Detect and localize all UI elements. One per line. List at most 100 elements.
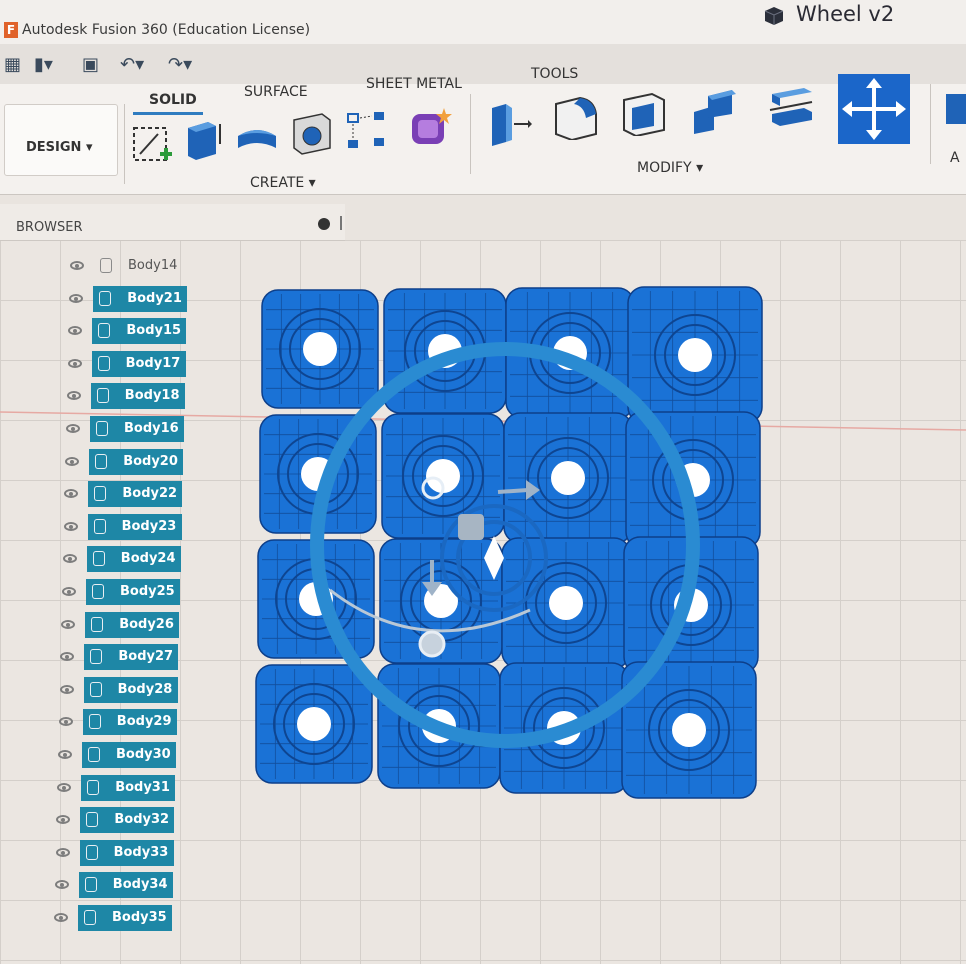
body-label[interactable]: Body35 bbox=[78, 905, 172, 931]
visibility-eye-icon[interactable] bbox=[62, 587, 76, 596]
tab-solid[interactable]: SOLID bbox=[149, 92, 197, 108]
body-label[interactable]: Body18 bbox=[90, 383, 185, 410]
assemble-icon[interactable] bbox=[944, 84, 966, 130]
rotate-handle[interactable] bbox=[418, 630, 446, 658]
browser-item-body[interactable]: Body33 bbox=[55, 839, 186, 868]
browser-item-body[interactable]: Body15 bbox=[68, 318, 198, 346]
visibility-eye-icon[interactable] bbox=[58, 750, 72, 759]
fillet-icon[interactable] bbox=[552, 94, 598, 140]
pattern-icon[interactable] bbox=[344, 108, 390, 154]
assemble-menu[interactable]: A bbox=[950, 150, 960, 166]
body-label[interactable]: Body25 bbox=[86, 579, 180, 605]
extrude-icon[interactable] bbox=[182, 116, 228, 162]
browser-item-body[interactable]: Body24 bbox=[62, 546, 193, 574]
press-pull-icon[interactable] bbox=[486, 100, 532, 146]
body-label[interactable]: Body16 bbox=[90, 416, 184, 442]
body-label[interactable]: Body30 bbox=[82, 742, 176, 768]
body-label[interactable]: Body26 bbox=[85, 611, 180, 638]
visibility-eye-icon[interactable] bbox=[54, 880, 69, 890]
visibility-eye-icon[interactable] bbox=[54, 913, 68, 922]
visibility-eye-icon[interactable] bbox=[55, 847, 70, 857]
body-label[interactable]: Body32 bbox=[80, 807, 175, 834]
tab-sheet-metal[interactable]: SHEET METAL bbox=[366, 76, 462, 92]
body-label[interactable]: Body33 bbox=[79, 839, 174, 866]
body-label[interactable]: Body15 bbox=[92, 318, 187, 345]
browser-item-body[interactable]: Body17 bbox=[67, 350, 198, 379]
visibility-eye-icon[interactable] bbox=[64, 489, 79, 499]
visibility-eye-icon[interactable] bbox=[63, 521, 78, 531]
body-label[interactable]: Body22 bbox=[88, 481, 183, 508]
body-label[interactable]: Body17 bbox=[91, 350, 186, 377]
collapse-icon[interactable] bbox=[318, 218, 330, 230]
browser-item-body[interactable]: Body29 bbox=[58, 709, 189, 737]
visibility-eye-icon[interactable] bbox=[62, 554, 77, 564]
browser-item-body[interactable]: Body26 bbox=[61, 611, 191, 640]
browser-item-body[interactable]: Body21 bbox=[69, 285, 199, 314]
body-tile[interactable] bbox=[381, 413, 505, 539]
create-sketch-icon[interactable] bbox=[130, 122, 176, 168]
shell-icon[interactable] bbox=[620, 90, 666, 136]
move-copy-icon[interactable] bbox=[838, 74, 910, 144]
create-form-icon[interactable] bbox=[406, 104, 452, 150]
pin-icon[interactable] bbox=[340, 216, 342, 230]
browser-item-body[interactable]: Body16 bbox=[66, 416, 196, 444]
browser-item-body[interactable]: Body14 bbox=[70, 253, 200, 281]
browser-item-body[interactable]: Body20 bbox=[65, 448, 195, 477]
modify-menu[interactable]: MODIFY ▾ bbox=[637, 160, 703, 176]
visibility-eye-icon[interactable] bbox=[61, 619, 76, 629]
body-label[interactable]: Body27 bbox=[84, 644, 179, 671]
tab-surface[interactable]: SURFACE bbox=[244, 84, 308, 100]
browser-item-body[interactable]: Body32 bbox=[56, 807, 186, 835]
visibility-eye-icon[interactable] bbox=[56, 815, 71, 825]
visibility-eye-icon[interactable] bbox=[69, 293, 84, 303]
body-label[interactable]: Body20 bbox=[89, 448, 184, 475]
visibility-eye-icon[interactable] bbox=[60, 652, 75, 662]
hole-icon[interactable] bbox=[288, 110, 334, 156]
body-label[interactable]: Body24 bbox=[86, 546, 181, 573]
browser-item-body[interactable]: Body23 bbox=[63, 513, 194, 542]
plane-move-handle[interactable] bbox=[458, 514, 484, 540]
visibility-eye-icon[interactable] bbox=[58, 717, 73, 727]
body-icon bbox=[87, 779, 100, 795]
browser-panel-header[interactable]: BROWSER bbox=[0, 204, 345, 241]
body-label[interactable]: Body31 bbox=[81, 774, 176, 801]
visibility-eye-icon[interactable] bbox=[70, 261, 84, 270]
visibility-eye-icon[interactable] bbox=[59, 684, 74, 694]
body-tile[interactable] bbox=[255, 664, 373, 784]
browser-item-body[interactable]: Body34 bbox=[54, 872, 185, 900]
body-label[interactable]: Body28 bbox=[83, 676, 178, 703]
browser-item-body[interactable]: Body35 bbox=[54, 905, 184, 933]
visibility-eye-icon[interactable] bbox=[57, 782, 72, 792]
body-label[interactable]: Body34 bbox=[78, 872, 173, 899]
browser-item-body[interactable]: Body31 bbox=[57, 774, 187, 803]
combine-icon[interactable] bbox=[690, 88, 736, 134]
browser-item-body[interactable]: Body27 bbox=[60, 644, 190, 672]
body-label[interactable]: Body21 bbox=[93, 285, 188, 312]
grid-icon[interactable]: ▦ bbox=[4, 54, 21, 75]
body-tile[interactable] bbox=[261, 289, 379, 409]
file-icon[interactable]: ▮▾ bbox=[34, 54, 53, 75]
browser-item-body[interactable]: Body30 bbox=[58, 742, 188, 770]
x-translate-handle[interactable] bbox=[497, 488, 529, 494]
body-label[interactable]: Body29 bbox=[82, 709, 177, 736]
create-menu[interactable]: CREATE ▾ bbox=[250, 175, 316, 191]
browser-item-body[interactable]: Body28 bbox=[59, 676, 190, 705]
visibility-eye-icon[interactable] bbox=[66, 424, 80, 433]
save-icon[interactable]: ▣ bbox=[82, 54, 99, 75]
browser-item-body[interactable]: Body25 bbox=[62, 579, 192, 607]
body-label[interactable]: Body14 bbox=[94, 253, 188, 279]
body-tile[interactable] bbox=[503, 412, 633, 544]
browser-item-body[interactable]: Body22 bbox=[64, 481, 194, 509]
visibility-eye-icon[interactable] bbox=[65, 456, 80, 466]
body-label[interactable]: Body23 bbox=[87, 513, 182, 540]
redo-icon[interactable]: ↷▾ bbox=[168, 54, 192, 75]
visibility-eye-icon[interactable] bbox=[68, 326, 83, 336]
body-tile[interactable] bbox=[627, 286, 763, 424]
tab-tools[interactable]: TOOLS bbox=[531, 66, 578, 82]
split-body-icon[interactable] bbox=[768, 84, 814, 130]
undo-icon[interactable]: ↶▾ bbox=[120, 54, 144, 75]
browser-item-body[interactable]: Body18 bbox=[66, 383, 197, 411]
revolve-icon[interactable] bbox=[234, 114, 280, 160]
visibility-eye-icon[interactable] bbox=[67, 358, 82, 368]
visibility-eye-icon[interactable] bbox=[66, 391, 81, 401]
